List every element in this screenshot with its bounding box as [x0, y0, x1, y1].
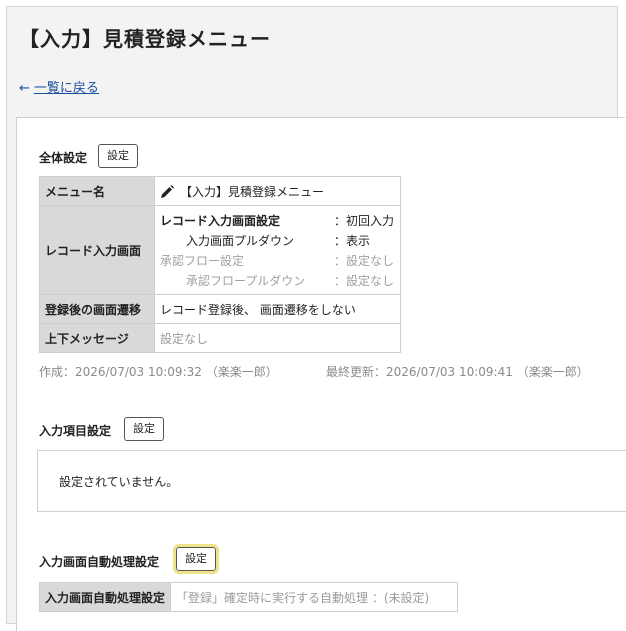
record-input-header: レコード入力画面	[39, 205, 155, 295]
record-input-key: レコード入力画面設定	[160, 213, 281, 228]
record-input-row: 承認フロープルダウン ：設定なし	[160, 270, 395, 290]
created-timestamp: 作成：2026/07/03 10:09:32 （楽楽一郎）	[39, 365, 278, 379]
messages-header: 上下メッセージ	[39, 323, 155, 353]
record-input-key: 承認フロープルダウン	[186, 273, 306, 288]
after-register-value: レコード登録後、 画面遷移をしない	[154, 294, 401, 324]
table-row: 入力画面自動処理設定 「登録」確定時に実行する自動処理 ：(未設定)	[38, 582, 459, 612]
record-input-row: 承認フロー設定 ：設定なし	[160, 250, 395, 270]
general-settings-button[interactable]: 設定	[98, 144, 138, 168]
table-row: メニュー名 【入力】見積登録メニュー	[39, 176, 401, 206]
input-items-label: 入力項目設定	[39, 424, 112, 438]
after-register-header: 登録後の画面遷移	[39, 294, 155, 324]
pencil-icon	[161, 185, 174, 198]
messages-value: 設定なし	[154, 323, 401, 353]
auto-process-label: 入力画面自動処理設定	[39, 555, 160, 569]
record-input-cell: レコード入力画面設定 ：初回入力 入力画面プルダウン ：表示 承認フロー設定 ：…	[154, 205, 401, 295]
record-input-value: ：表示	[334, 233, 371, 248]
page-frame: 【入力】見積登録メニュー ← 一覧に戻る 全体設定 設定 メニュー名 【入力】見積…	[6, 6, 626, 631]
record-input-value: ：初回入力	[334, 213, 395, 228]
input-items-settings-button[interactable]: 設定	[124, 417, 164, 441]
empty-message: 設定されていません。	[59, 475, 179, 489]
auto-process-row-value: 「登録」確定時に実行する自動処理 ：(未設定)	[170, 582, 459, 612]
table-row: 上下メッセージ 設定なし	[39, 323, 401, 353]
updated-timestamp: 最終更新：2026/07/03 10:09:41 （楽楽一郎）	[326, 365, 589, 379]
general-settings-label: 全体設定	[39, 151, 88, 165]
back-link-container: ← 一覧に戻る	[19, 77, 99, 96]
record-input-row: レコード入力画面設定 ：初回入力	[160, 210, 395, 230]
table-row: レコード入力画面 レコード入力画面設定 ：初回入力 入力画面プルダウン ：表示 …	[39, 205, 401, 295]
menu-name-value: 【入力】見積登録メニュー	[180, 184, 325, 199]
record-input-row: 入力画面プルダウン ：表示	[160, 230, 395, 250]
general-settings-table: メニュー名 【入力】見積登録メニュー レコード入力画面 レコード入力画面設定 ：…	[39, 176, 401, 353]
arrow-left-icon: ←	[19, 81, 30, 96]
record-input-value: ：設定なし	[334, 273, 395, 288]
auto-process-row-header: 入力画面自動処理設定	[38, 582, 172, 612]
back-to-list-link[interactable]: 一覧に戻る	[34, 81, 99, 96]
menu-name-header: メニュー名	[39, 176, 155, 206]
table-row: 登録後の画面遷移 レコード登録後、 画面遷移をしない	[39, 294, 401, 324]
page-title: 【入力】見積登録メニュー	[19, 27, 271, 51]
auto-process-table: 入力画面自動処理設定 「登録」確定時に実行する自動処理 ：(未設定)	[38, 582, 459, 612]
settings-panel: 全体設定 設定 メニュー名 【入力】見積登録メニュー レコード入力画面 レコード…	[16, 117, 626, 631]
menu-name-cell: 【入力】見積登録メニュー	[154, 176, 401, 206]
record-input-value: ：設定なし	[334, 253, 395, 268]
record-input-key: 承認フロー設定	[160, 253, 245, 268]
record-input-key: 入力画面プルダウン	[186, 233, 295, 248]
input-items-box: 設定されていません。	[37, 450, 626, 512]
auto-process-settings-button[interactable]: 設定	[173, 544, 219, 574]
